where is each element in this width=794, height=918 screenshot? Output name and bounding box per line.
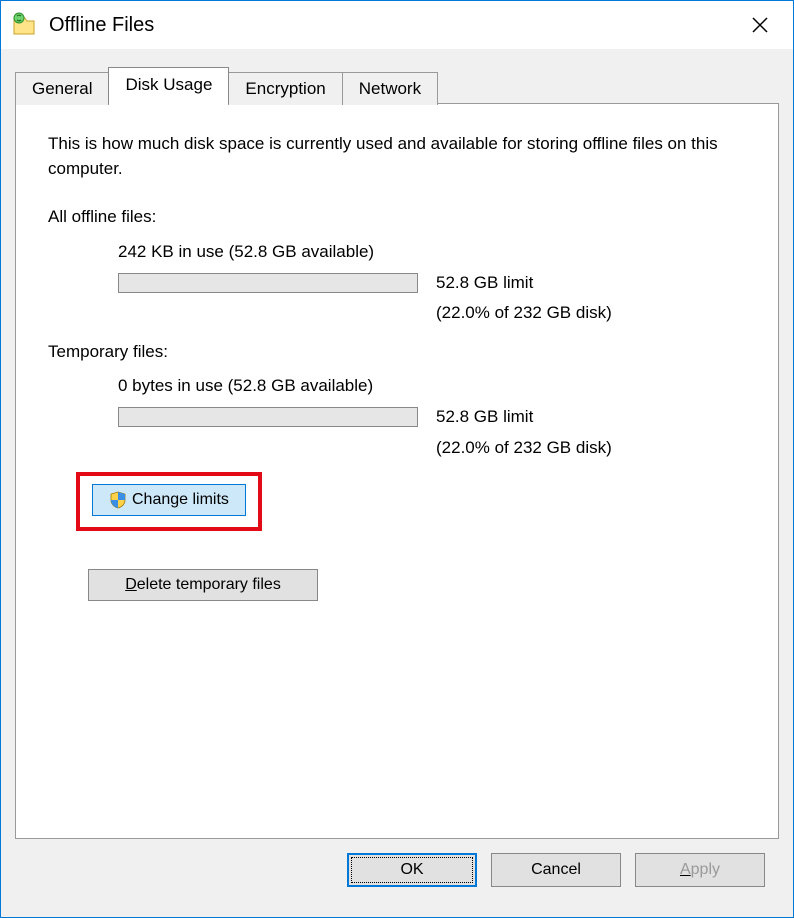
close-icon xyxy=(752,17,768,33)
disk-usage-panel: This is how much disk space is currently… xyxy=(15,103,779,839)
description-text: This is how much disk space is currently… xyxy=(48,132,746,181)
tab-encryption[interactable]: Encryption xyxy=(228,72,342,105)
temp-files-label: Temporary files: xyxy=(48,340,746,365)
close-button[interactable] xyxy=(737,2,783,48)
tab-strip: General Disk Usage Encryption Network xyxy=(15,67,779,104)
temp-files-limit: 52.8 GB limit xyxy=(436,405,533,430)
ok-button[interactable]: OK xyxy=(347,853,477,887)
all-offline-label: All offline files: xyxy=(48,205,746,230)
uac-shield-icon xyxy=(109,491,127,509)
offline-files-dialog: Offline Files General Disk Usage Encrypt… xyxy=(0,0,794,918)
tab-disk-usage[interactable]: Disk Usage xyxy=(108,67,229,104)
offline-files-icon xyxy=(11,12,37,38)
temp-files-progress-row: 52.8 GB limit xyxy=(118,405,746,430)
all-offline-percent: (22.0% of 232 GB disk) xyxy=(436,301,746,326)
titlebar: Offline Files xyxy=(1,1,793,49)
apply-button[interactable]: Apply xyxy=(635,853,765,887)
all-offline-progress-bar xyxy=(118,273,418,293)
dialog-body: General Disk Usage Encryption Network Th… xyxy=(1,49,793,917)
temp-files-usage: 0 bytes in use (52.8 GB available) xyxy=(118,374,746,399)
delete-temp-files-button[interactable]: Delete temporary files xyxy=(88,569,318,601)
change-limits-label: Change limits xyxy=(132,491,229,509)
tab-network[interactable]: Network xyxy=(342,72,438,105)
change-limits-button[interactable]: Change limits xyxy=(92,484,246,516)
all-offline-usage: 242 KB in use (52.8 GB available) xyxy=(118,240,746,265)
dialog-footer: OK Cancel Apply xyxy=(15,839,779,903)
temp-files-percent: (22.0% of 232 GB disk) xyxy=(436,436,746,461)
change-limits-highlight: Change limits xyxy=(76,472,262,531)
cancel-button[interactable]: Cancel xyxy=(491,853,621,887)
tab-general[interactable]: General xyxy=(15,72,109,105)
all-offline-progress-row: 52.8 GB limit xyxy=(118,271,746,296)
all-offline-limit: 52.8 GB limit xyxy=(436,271,533,296)
window-title: Offline Files xyxy=(49,14,737,37)
temp-files-progress-bar xyxy=(118,407,418,427)
